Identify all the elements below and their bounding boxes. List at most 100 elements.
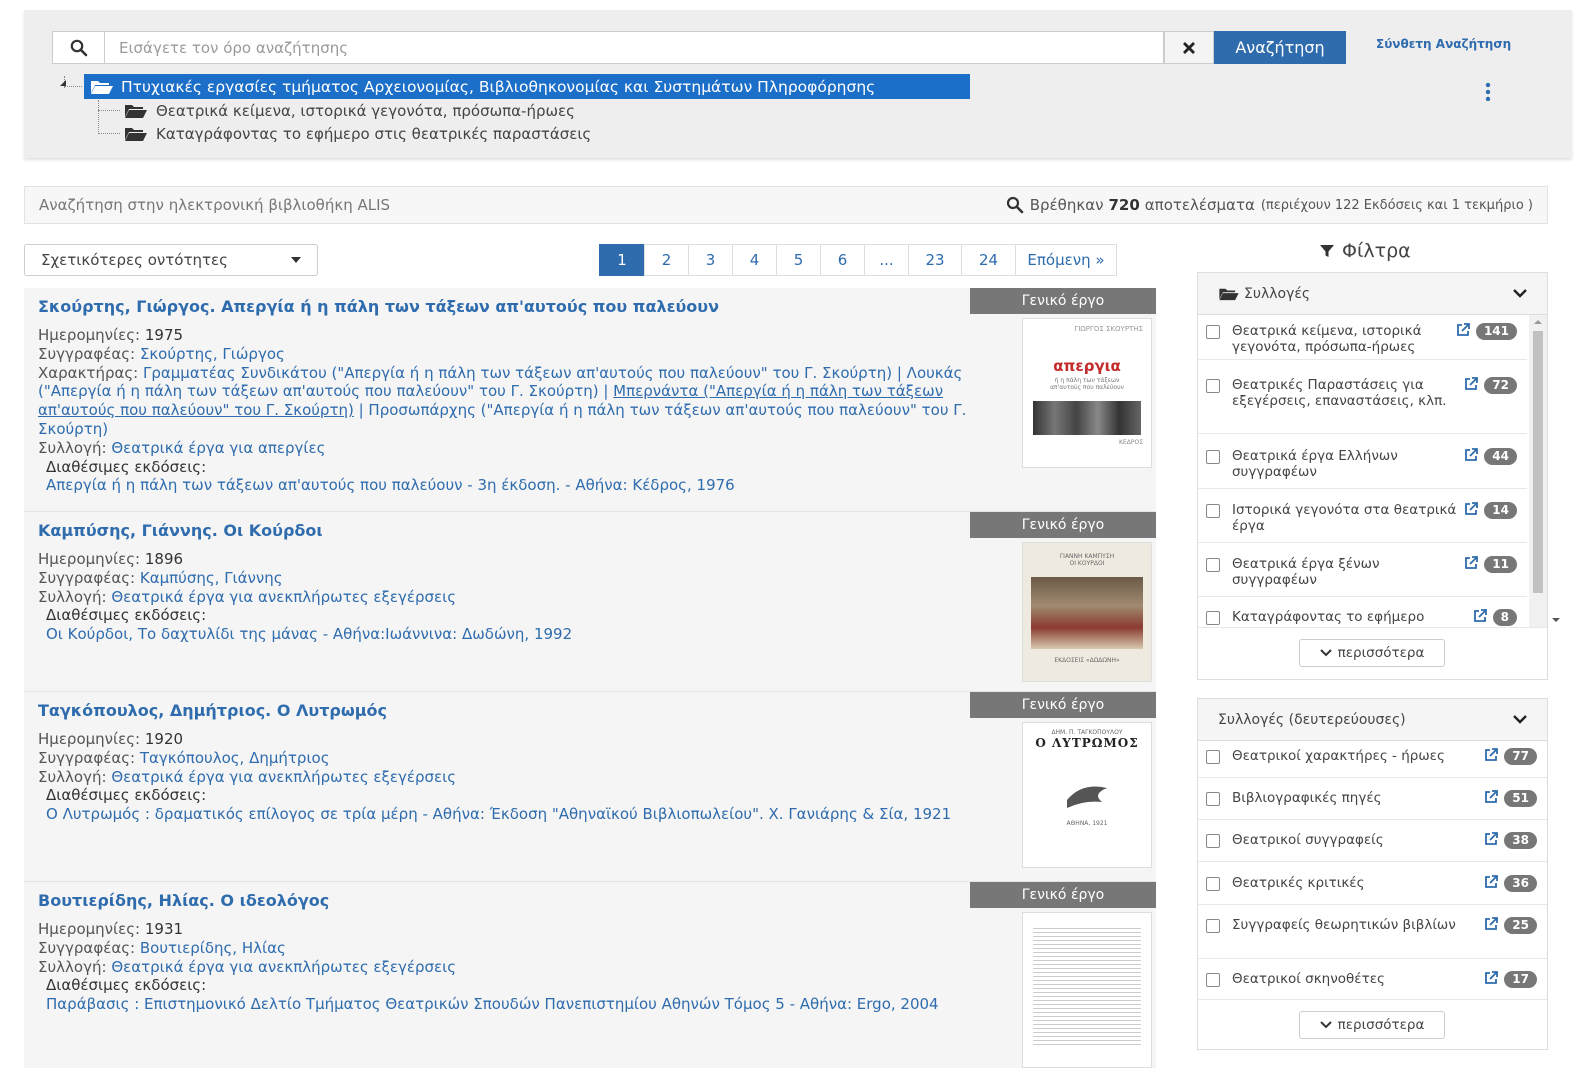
tree-node-child[interactable]: Θεατρικά κείμενα, ιστορικά γεγονότα, πρό… bbox=[124, 101, 575, 121]
filter-option[interactable]: Βιβλιογραφικές πηγές 51 bbox=[1206, 790, 1537, 807]
caret-down-icon bbox=[291, 257, 301, 263]
page-3[interactable]: 3 bbox=[688, 244, 733, 276]
author-link[interactable]: Ταγκόπουλος, Δημήτριος bbox=[140, 749, 330, 767]
external-link-icon[interactable] bbox=[1484, 832, 1499, 846]
scroll-down-icon[interactable] bbox=[1547, 613, 1565, 627]
external-link-icon[interactable] bbox=[1456, 323, 1470, 337]
filter-option-label: Βιβλιογραφικές πηγές bbox=[1232, 790, 1382, 806]
clear-search-button[interactable] bbox=[1164, 31, 1214, 64]
author-link[interactable]: Βουτιερίδης, Ηλίας bbox=[140, 939, 286, 957]
filter-checkbox[interactable] bbox=[1206, 877, 1220, 891]
tree-node-child[interactable]: Καταγράφοντας το εφήμερο στις θεατρικές … bbox=[124, 124, 591, 144]
page-6[interactable]: 6 bbox=[820, 244, 865, 276]
tree-node-root[interactable]: Πτυχιακές εργασίες τμήματος Αρχειονομίας… bbox=[84, 74, 970, 99]
filter-panel-header[interactable]: Συλλογές bbox=[1198, 273, 1547, 315]
search-icon bbox=[70, 39, 88, 57]
filter-option[interactable]: Ιστορικά γεγονότα στα θεατρικά έργα 14 bbox=[1206, 502, 1517, 534]
collection-label: Συλλογή: bbox=[38, 767, 107, 786]
dates-label: Ημερομηνίες: bbox=[38, 920, 141, 938]
external-link-icon[interactable] bbox=[1484, 971, 1499, 985]
more-options-button[interactable] bbox=[1484, 82, 1492, 106]
filter-checkbox[interactable] bbox=[1206, 504, 1220, 518]
filter-checkbox[interactable] bbox=[1206, 379, 1220, 393]
filter-option[interactable]: Θεατρικά έργα ξένων συγγραφέων 11 bbox=[1206, 556, 1517, 588]
characters-label: Χαρακτήρας: bbox=[38, 363, 139, 382]
page-ellipsis: ... bbox=[864, 244, 909, 276]
author-link[interactable]: Σκούρτης, Γιώργος bbox=[140, 345, 285, 363]
scrollbar-thumb[interactable] bbox=[1533, 331, 1543, 593]
result-title-link[interactable]: Ταγκόπουλος, Δημήτριος. Ο Λυτρωμός bbox=[38, 701, 387, 720]
filter-checkbox[interactable] bbox=[1206, 611, 1220, 625]
filter-option[interactable]: Θεατρικές Παραστάσεις για εξεγέρσεις, επ… bbox=[1206, 377, 1517, 409]
page-2[interactable]: 2 bbox=[644, 244, 689, 276]
filter-checkbox[interactable] bbox=[1206, 750, 1220, 764]
tree-node-label: Θεατρικά κείμενα, ιστορικά γεγονότα, πρό… bbox=[156, 102, 575, 120]
advanced-search-link[interactable]: Σύνθετη Αναζήτηση bbox=[1376, 37, 1511, 51]
tree-expand-icon[interactable] bbox=[58, 76, 68, 88]
external-link-icon[interactable] bbox=[1464, 556, 1479, 570]
filter-option[interactable]: Θεατρικές κριτικές 36 bbox=[1206, 875, 1537, 892]
cover-thumbnail[interactable]: ΓΙΑΝΝΗ ΚΑΜΠΥΣΗ ΟΙ ΚΟΥΡΔΟΙ ΕΚΔΟΣΕΙΣ «ΔΩΔΩ… bbox=[1022, 542, 1152, 682]
scroll-up-icon[interactable] bbox=[1529, 315, 1547, 329]
result-title-link[interactable]: Καμπύσης, Γιάννης. Οι Κούρδοι bbox=[38, 521, 323, 540]
collection-link[interactable]: Θεατρικά έργα για απεργίες bbox=[111, 439, 325, 457]
author-label: Συγγραφέας: bbox=[38, 938, 136, 957]
page-5[interactable]: 5 bbox=[776, 244, 821, 276]
external-link-icon[interactable] bbox=[1464, 502, 1479, 516]
filter-option[interactable]: Θεατρικά έργα Ελλήνων συγγραφέων 44 bbox=[1206, 448, 1517, 480]
filter-option[interactable]: Θεατρικοί σκηνοθέτες 17 bbox=[1206, 971, 1537, 988]
kebab-menu-icon bbox=[1485, 82, 1491, 102]
filter-checkbox[interactable] bbox=[1206, 325, 1220, 339]
result-title-link[interactable]: Βουτιερίδης, Ηλίας. Ο ιδεολόγος bbox=[38, 891, 329, 910]
collection-link[interactable]: Θεατρικά έργα για ανεκπλήρωτες εξεγέρσει… bbox=[111, 958, 456, 976]
result-title-link[interactable]: Σκούρτης, Γιώργος. Απεργία ή η πάλη των … bbox=[38, 297, 719, 316]
filter-option[interactable]: Καταγράφοντας το εφήμερο 8 bbox=[1206, 609, 1517, 627]
show-more-button[interactable]: περισσότερα bbox=[1299, 1011, 1445, 1039]
cover-thumbnail[interactable]: ΔΗΜ. Π. ΤΑΓΚΟΠΟΥΛΟΥ Ο ΛΥΤΡΩΜΟΣ ΑΘΗΝΑ, 19… bbox=[1022, 722, 1152, 868]
next-page-link[interactable]: Επόμενη » bbox=[1015, 244, 1117, 276]
cover-thumbnail[interactable]: ΓΙΩΡΓΟΣ ΣΚΟΥΡΤΗΣ απεργια ή η πάλη των τά… bbox=[1022, 318, 1152, 468]
show-more-button[interactable]: περισσότερα bbox=[1299, 639, 1445, 667]
filter-checkbox[interactable] bbox=[1206, 792, 1220, 806]
external-link-icon[interactable] bbox=[1464, 377, 1479, 391]
edition-link[interactable]: Απεργία ή η πάλη των τάξεων απ'αυτούς πο… bbox=[38, 476, 1010, 495]
external-link-icon[interactable] bbox=[1464, 448, 1479, 462]
collection-link[interactable]: Θεατρικά έργα για ανεκπλήρωτες εξεγέρσει… bbox=[111, 768, 456, 786]
page-24[interactable]: 24 bbox=[961, 244, 1016, 276]
external-link-icon[interactable] bbox=[1484, 917, 1499, 931]
filter-option-label: Θεατρικές κριτικές bbox=[1232, 875, 1365, 891]
search-button[interactable]: Αναζήτηση bbox=[1214, 31, 1346, 64]
filter-option[interactable]: Συγγραφείς θεωρητικών βιβλίων 25 bbox=[1206, 917, 1537, 934]
sort-selected-value: Σχετικότερες οντότητες bbox=[41, 251, 228, 269]
page-23[interactable]: 23 bbox=[908, 244, 962, 276]
sort-select[interactable]: Σχετικότερες οντότητες bbox=[24, 244, 318, 276]
filter-option[interactable]: Θεατρικοί συγγραφείς 38 bbox=[1206, 832, 1537, 849]
collection-link[interactable]: Θεατρικά έργα για ανεκπλήρωτες εξεγέρσει… bbox=[111, 588, 456, 606]
page-4[interactable]: 4 bbox=[732, 244, 777, 276]
filter-scrollbar[interactable] bbox=[1529, 315, 1560, 627]
chevron-down-icon bbox=[1513, 715, 1527, 724]
external-link-icon[interactable] bbox=[1484, 748, 1499, 762]
filter-option[interactable]: Θεατρικοί χαρακτήρες - ήρωες 77 bbox=[1206, 748, 1537, 765]
filter-checkbox[interactable] bbox=[1206, 973, 1220, 987]
collection-label: Συλλογή: bbox=[38, 957, 107, 976]
page-1[interactable]: 1 bbox=[599, 244, 645, 276]
filter-option[interactable]: Θεατρικά κείμενα, ιστορικά γεγονότα, πρό… bbox=[1206, 323, 1517, 355]
filter-checkbox[interactable] bbox=[1206, 450, 1220, 464]
filter-count-badge: 38 bbox=[1504, 832, 1537, 849]
edition-link[interactable]: Ο Λυτρωμός : δραματικός επίλογος σε τρία… bbox=[38, 805, 1010, 824]
edition-link[interactable]: Παράβασις : Επιστημονικό Δελτίο Τμήματος… bbox=[38, 995, 1010, 1014]
search-input[interactable] bbox=[104, 31, 1164, 64]
external-link-icon[interactable] bbox=[1484, 790, 1499, 804]
filter-option-label: Θεατρικά έργα Ελλήνων συγγραφέων bbox=[1232, 448, 1398, 480]
work-type-badge: Γενικό έργο bbox=[970, 512, 1156, 538]
external-link-icon[interactable] bbox=[1473, 609, 1487, 623]
filter-checkbox[interactable] bbox=[1206, 834, 1220, 848]
filter-panel-header[interactable]: Συλλογές (δευτερεύουσες) bbox=[1198, 699, 1547, 741]
filter-checkbox[interactable] bbox=[1206, 919, 1220, 933]
edition-link[interactable]: Οι Κούρδοι, Το δαχτυλίδι της μάνας - Αθή… bbox=[38, 625, 1010, 644]
cover-thumbnail[interactable] bbox=[1022, 912, 1152, 1068]
filter-checkbox[interactable] bbox=[1206, 558, 1220, 572]
author-link[interactable]: Καμπύσης, Γιάννης bbox=[140, 569, 283, 587]
external-link-icon[interactable] bbox=[1484, 875, 1499, 889]
